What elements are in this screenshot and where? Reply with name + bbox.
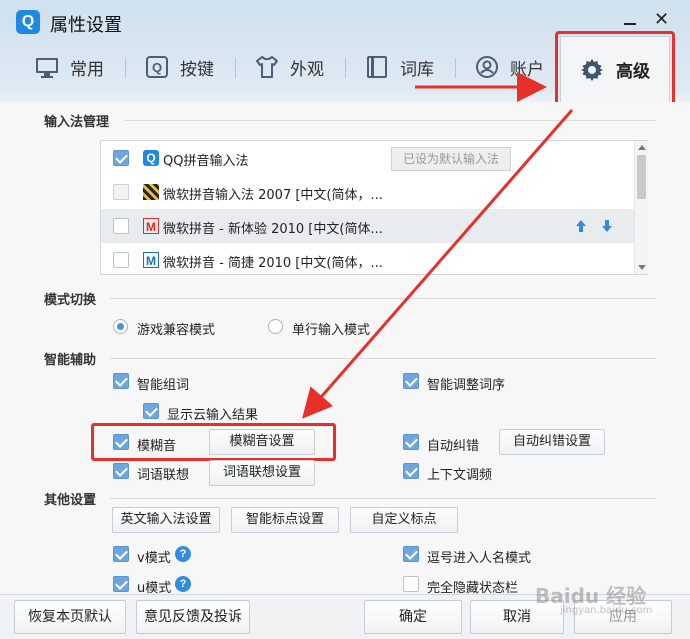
section-divider [124,120,656,121]
tab-appearance[interactable]: 外观 [254,44,324,90]
ime-name: 微软拼音输入法 2007 [中文(简体，... [163,188,383,203]
comma-name-mode-checkbox[interactable] [403,546,419,562]
ms-pinyin-2007-icon [143,184,159,200]
tab-keys[interactable]: Q 按键 [144,44,214,90]
move-down-icon[interactable] [601,219,613,233]
hide-status-bar-checkbox[interactable] [403,576,419,592]
close-button[interactable]: ✕ [654,10,669,30]
ime-name: 微软拼音 - 新体验 2010 [中文(简体... [163,222,383,237]
annotation-box-tab [555,31,675,106]
tab-account[interactable]: 账户 [474,44,544,90]
game-mode-radio[interactable] [113,319,128,334]
q-key-icon: Q [146,56,168,78]
ime-name: QQ拼音输入法 [163,154,249,169]
user-icon [476,56,498,78]
tab-lexicon[interactable]: 词库 [364,44,434,90]
custom-punct-button[interactable]: 自定义标点 [350,507,458,533]
scroll-thumb[interactable] [637,155,646,199]
section-divider [110,498,656,499]
smart-section-title: 智能辅助 [44,353,97,368]
ok-button[interactable]: 确定 [364,600,462,634]
tab-divider [235,58,236,78]
help-icon[interactable]: ? [175,546,191,562]
move-up-icon[interactable] [575,219,587,233]
game-mode-label: 游戏兼容模式 [137,323,216,338]
single-line-radio[interactable] [268,319,283,334]
scroll-down-icon[interactable] [638,265,646,270]
smart-compose-checkbox[interactable] [113,373,129,389]
restore-defaults-button[interactable]: 恢复本页默认 [14,600,126,634]
ms-pinyin-new-icon: M [143,218,159,234]
tab-divider [125,58,126,78]
association-settings-button[interactable]: 词语联想设置 [209,460,315,486]
comma-name-mode-label: 逗号进入人名模式 [427,551,532,566]
context-adjust-checkbox[interactable] [403,463,419,479]
ime-list-item[interactable]: M 微软拼音 - 简捷 2010 [中文(简体，... [101,243,634,277]
ime-checkbox[interactable] [113,150,129,166]
ime-section-title: 输入法管理 [44,115,110,130]
settings-window: Q 属性设置 ✕ 常用 Q 按键 外观 词库 账户 高级 输入法管理 Q QQ拼… [0,0,690,639]
help-icon[interactable]: ? [175,576,191,592]
tshirt-icon [256,56,278,78]
monitor-icon [36,58,58,78]
v-mode-checkbox[interactable] [113,546,129,562]
ime-list-item[interactable]: 微软拼音输入法 2007 [中文(简体，... [101,175,634,209]
tab-label: 按键 [180,59,214,80]
tab-label: 外观 [290,59,324,80]
english-ime-settings-button[interactable]: 英文输入法设置 [112,507,220,533]
set-default-button[interactable]: 已设为默认输入法 [391,147,511,171]
v-mode-label: v模式 [137,551,171,566]
qq-pinyin-icon: Q [143,150,159,166]
auto-correct-checkbox[interactable] [403,434,419,450]
svg-text:Q: Q [152,60,162,75]
association-label: 词语联想 [137,468,190,483]
minimize-button[interactable] [623,12,637,26]
scroll-up-icon[interactable] [638,145,646,150]
smart-adjust-checkbox[interactable] [403,373,419,389]
tab-label: 账户 [510,59,544,80]
ime-list-scrollbar[interactable] [634,141,648,274]
context-adjust-label: 上下文调频 [427,468,493,483]
tab-label: 常用 [70,59,104,80]
show-cloud-checkbox[interactable] [143,403,159,419]
ime-checkbox[interactable] [113,184,129,200]
tab-divider [345,58,346,78]
ime-list-item[interactable]: M 微软拼音 - 新体验 2010 [中文(简体... [101,209,634,243]
ime-checkbox[interactable] [113,218,129,234]
auto-correct-label: 自动纠错 [427,439,480,454]
tab-general[interactable]: 常用 [34,44,104,90]
ime-name: 微软拼音 - 简捷 2010 [中文(简体，... [163,256,383,271]
book-icon [367,56,387,78]
association-checkbox[interactable] [113,463,129,479]
smart-compose-label: 智能组词 [137,378,190,393]
feedback-button[interactable]: 意见反馈及投诉 [136,600,250,634]
section-divider [110,298,656,299]
app-logo-icon: Q [16,10,40,34]
mode-section-title: 模式切换 [44,293,97,308]
single-line-label: 单行输入模式 [292,323,371,338]
ime-list-item[interactable]: Q QQ拼音输入法 已设为默认输入法 [101,141,634,175]
watermark-sub: jingyan.baidu.com [560,605,653,616]
smart-punct-settings-button[interactable]: 智能标点设置 [231,507,339,533]
other-section-title: 其他设置 [44,493,97,508]
ime-checkbox[interactable] [113,252,129,268]
section-divider [110,358,656,359]
annotation-box-fuzzy [91,423,336,461]
smart-adjust-label: 智能调整词序 [427,378,506,393]
u-mode-checkbox[interactable] [113,576,129,592]
ms-pinyin-simple-icon: M [143,252,159,268]
tab-label: 词库 [400,59,434,80]
ime-list: Q QQ拼音输入法 已设为默认输入法 微软拼音输入法 2007 [中文(简体，.… [100,140,648,275]
tab-divider [455,58,456,78]
window-title: 属性设置 [50,15,122,36]
show-cloud-label: 显示云输入结果 [167,408,259,423]
auto-correct-settings-button[interactable]: 自动纠错设置 [499,429,605,455]
